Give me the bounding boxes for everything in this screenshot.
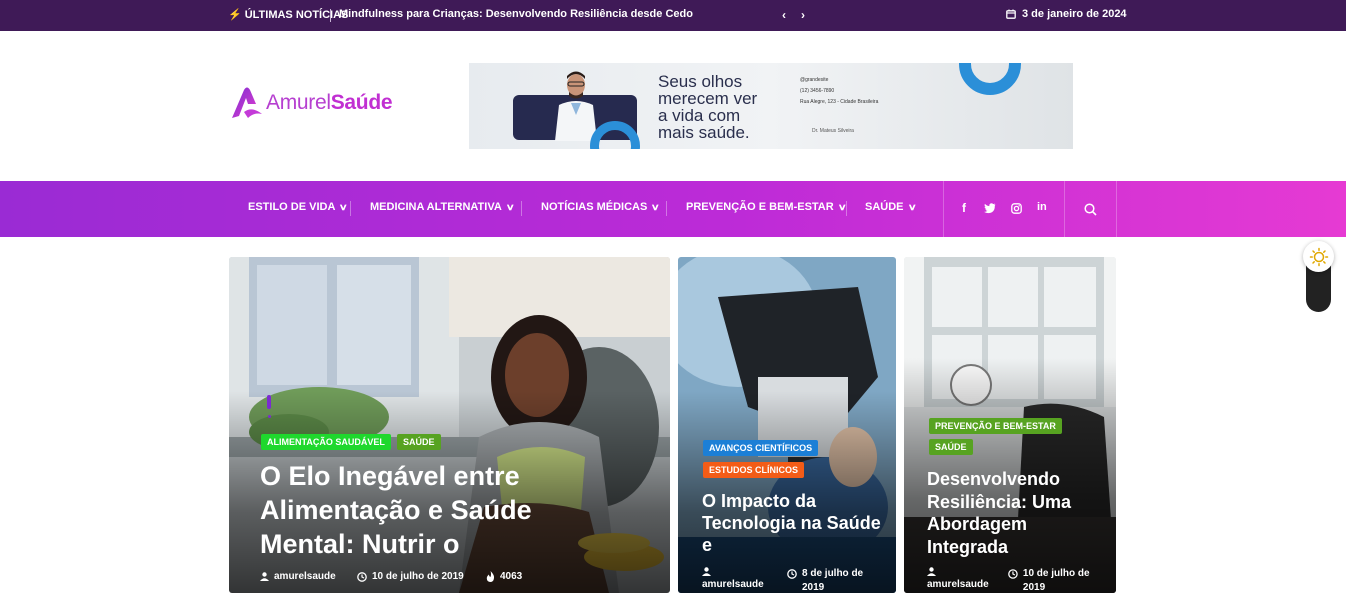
article-card[interactable]: PREVENÇÃO E BEM-ESTAR SAÚDE Desenvolvend… xyxy=(904,257,1116,593)
nav-divider xyxy=(521,201,522,216)
search-button[interactable] xyxy=(1065,181,1116,237)
article-title[interactable]: O Impacto da Tecnologia na Saúde e xyxy=(702,490,882,556)
twitter-icon[interactable] xyxy=(984,203,996,214)
site-logo[interactable]: AmurelSaúde xyxy=(230,86,393,120)
article-card[interactable]: AVANÇOS CIENTÍFICOS ESTUDOS CLÍNICOS O I… xyxy=(678,257,896,593)
clock-icon xyxy=(1008,569,1018,579)
nav-item-medicina-alternativa[interactable]: MEDICINA ALTERNATIVA ∨ xyxy=(370,201,515,213)
author-meta: amurelsaude xyxy=(927,567,1007,591)
category-tag[interactable]: AVANÇOS CIENTÍFICOS xyxy=(703,440,819,456)
date-text: 3 de janeiro de 2024 xyxy=(1022,8,1127,20)
lightning-icon: ⚡ xyxy=(228,9,242,21)
instagram-icon[interactable] xyxy=(1011,203,1022,214)
linkedin-icon[interactable]: in xyxy=(1037,201,1047,213)
user-icon xyxy=(927,567,936,576)
nav-item-estilo-de-vida[interactable]: ESTILO DE VIDA ∨ xyxy=(248,201,349,213)
nav-divider xyxy=(350,201,351,216)
article-title[interactable]: O Elo Inegável entre Alimentação e Saúde… xyxy=(260,459,570,561)
views-meta: 4063 xyxy=(486,571,522,582)
category-tag[interactable]: PREVENÇÃO E BEM-ESTAR xyxy=(929,418,1062,434)
featured-article-card[interactable]: ALIMENTAÇÃO SAUDÁVEL SAÚDE O Elo Inegáve… xyxy=(229,257,670,593)
category-tag[interactable]: SAÚDE xyxy=(397,434,441,450)
toggle-knob xyxy=(1303,241,1334,272)
nav-item-prevencao-e-bem-estar[interactable]: PREVENÇÃO E BEM-ESTAR ∨ xyxy=(686,201,847,213)
accent-mark xyxy=(267,395,271,409)
banner-signature: Dr. Mateus Silveira xyxy=(812,128,854,134)
chevron-down-icon: ∨ xyxy=(339,201,349,212)
article-title[interactable]: Desenvolvendo Resiliência: Uma Abordagem… xyxy=(927,468,1097,558)
logo-mark-icon xyxy=(232,87,262,118)
facebook-icon[interactable]: f xyxy=(962,201,966,215)
user-icon xyxy=(260,572,269,581)
clock-icon xyxy=(357,571,367,582)
chevron-down-icon: ∨ xyxy=(907,201,917,212)
nav-divider xyxy=(943,181,944,237)
ticker-headline-link[interactable]: Mindfulness para Crianças: Desenvolvendo… xyxy=(339,8,693,20)
advertisement-banner[interactable]: Seus olhos merecem ver a vida com mais s… xyxy=(469,63,1073,149)
user-icon xyxy=(702,567,711,576)
top-bar: ⚡ ÚLTIMAS NOTÍCIAS Mindfulness para Cria… xyxy=(0,0,1346,31)
divider xyxy=(330,9,331,22)
banner-contacts: @grandesite (12) 3456-7890 Rua Alegre, 1… xyxy=(800,77,879,105)
category-tag[interactable]: SAÚDE xyxy=(929,439,973,455)
main-navigation: ESTILO DE VIDA ∨ MEDICINA ALTERNATIVA ∨ NO… xyxy=(0,181,1346,237)
nav-divider xyxy=(846,201,847,216)
nav-divider xyxy=(1116,181,1117,237)
author-meta: amurelsaude xyxy=(702,567,782,591)
sun-icon xyxy=(1309,247,1328,266)
accent-dot xyxy=(268,415,271,418)
clock-icon xyxy=(787,569,797,579)
calendar-icon xyxy=(1006,9,1016,19)
nav-divider xyxy=(666,201,667,216)
ticker-prev-button[interactable]: ‹ xyxy=(782,8,786,22)
chevron-down-icon: ∨ xyxy=(651,201,661,212)
nav-item-saude[interactable]: SAÚDE ∨ xyxy=(865,201,917,213)
ticker-next-button[interactable]: › xyxy=(801,8,805,22)
category-tag[interactable]: ALIMENTAÇÃO SAUDÁVEL xyxy=(261,434,391,450)
category-tag[interactable]: ESTUDOS CLÍNICOS xyxy=(703,462,805,478)
logo-text: AmurelSaúde xyxy=(266,91,393,114)
breaking-news-text: ÚLTIMAS NOTÍCIAS xyxy=(244,8,349,21)
banner-slogan: Seus olhos merecem ver a vida com mais s… xyxy=(658,72,758,142)
dark-mode-toggle[interactable] xyxy=(1303,241,1334,312)
nav-item-noticias-medicas[interactable]: NOTÍCIAS MÉDICAS ∨ xyxy=(541,201,661,213)
chevron-down-icon: ∨ xyxy=(505,201,515,212)
author-meta: amurelsaude xyxy=(260,571,336,582)
search-icon xyxy=(1084,202,1097,216)
date-meta: 10 de julho de 2019 xyxy=(1008,567,1108,593)
date-meta: 8 de julho de 2019 xyxy=(787,567,887,593)
date-meta: 10 de julho de 2019 xyxy=(357,571,464,582)
current-date: 3 de janeiro de 2024 xyxy=(1006,8,1127,20)
doctor-image xyxy=(555,71,597,141)
fire-icon xyxy=(486,571,495,582)
banner-ring-decoration xyxy=(959,63,1021,95)
